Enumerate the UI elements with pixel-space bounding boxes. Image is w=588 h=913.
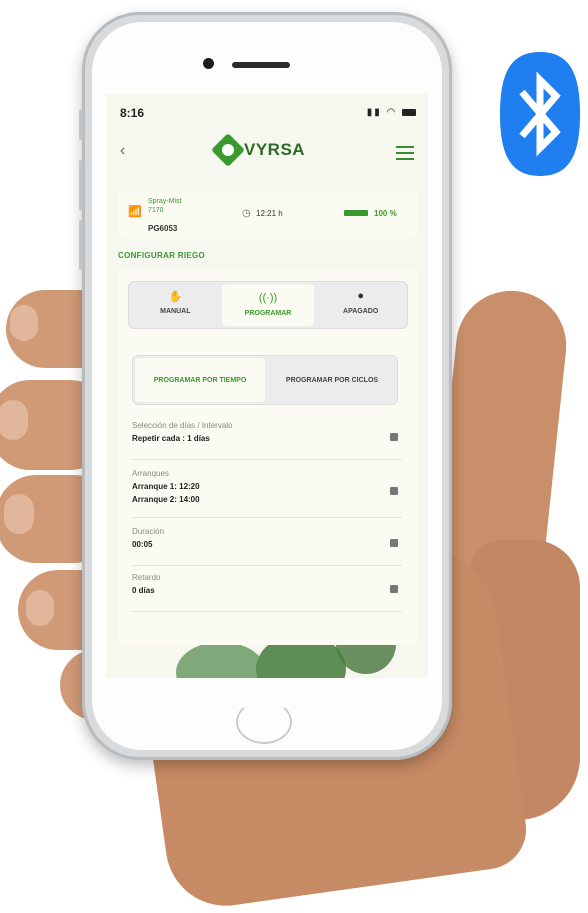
setting-row-arranques[interactable]: Arranques Arranque 1: 12:20 Arranque 2: … bbox=[132, 463, 402, 518]
signal-icon: ▮▮ bbox=[366, 107, 382, 118]
setting-value: Arranque 1: 12:20 bbox=[132, 482, 200, 491]
edit-icon[interactable] bbox=[390, 585, 398, 593]
setting-row-retardo[interactable]: Retardo 0 días bbox=[132, 567, 402, 612]
edit-icon[interactable] bbox=[390, 487, 398, 495]
fingernail bbox=[0, 400, 28, 440]
setting-label: Arranques bbox=[132, 469, 169, 478]
setting-row-duracion[interactable]: Duración 00:05 bbox=[132, 521, 402, 566]
volume-down-button bbox=[79, 220, 83, 270]
setting-value: Repetir cada : 1 días bbox=[132, 434, 210, 443]
wifi-icon: 📶 bbox=[128, 206, 142, 218]
battery-level-bar bbox=[344, 210, 368, 216]
tab-programar-por-tiempo[interactable]: PROGRAMAR POR TIEMPO bbox=[135, 358, 265, 402]
tab-apagado[interactable]: ● APAGADO bbox=[314, 282, 407, 328]
phone-screen: 8:16 ▮▮ ◠ ‹ VYRSA 📶 Spray-Mist 7170 PG60… bbox=[106, 94, 428, 678]
time-remaining: 12:21 h bbox=[256, 209, 283, 218]
battery-icon bbox=[402, 108, 416, 116]
back-button[interactable]: ‹ bbox=[120, 142, 125, 160]
plant-image bbox=[176, 642, 266, 678]
device-card: 📶 Spray-Mist 7170 PG6053 ◷ 12:21 h 100 % bbox=[118, 191, 418, 239]
tab-programar-por-ciclos[interactable]: PROGRAMAR POR CICLOS bbox=[267, 356, 397, 404]
config-card: ✋ MANUAL ((·)) PROGRAMAR ● APAGADO PROGR… bbox=[118, 269, 418, 645]
bluetooth-icon bbox=[500, 52, 580, 176]
device-name: Spray-Mist 7170 bbox=[148, 197, 181, 215]
program-type-tabs: PROGRAMAR POR TIEMPO PROGRAMAR POR CICLO… bbox=[132, 355, 398, 405]
brand-logo: VYRSA bbox=[211, 133, 306, 167]
setting-label: Duración bbox=[132, 527, 165, 536]
logo-mark-icon bbox=[211, 133, 245, 167]
section-title: CONFIGURAR RIEGO bbox=[118, 251, 206, 260]
tab-label: PROGRAMAR bbox=[244, 310, 292, 317]
setting-label: Retardo bbox=[132, 573, 161, 582]
fingernail bbox=[4, 494, 34, 534]
mode-tabs: ✋ MANUAL ((·)) PROGRAMAR ● APAGADO bbox=[128, 281, 408, 329]
status-time: 8:16 bbox=[120, 106, 145, 120]
fingernail bbox=[26, 590, 54, 626]
front-camera bbox=[203, 58, 214, 69]
tab-programar[interactable]: ((·)) PROGRAMAR bbox=[221, 284, 315, 326]
brand-name: VYRSA bbox=[244, 140, 306, 159]
status-icons: ▮▮ ◠ bbox=[367, 107, 416, 118]
power-off-icon: ● bbox=[357, 290, 364, 302]
tab-manual[interactable]: ✋ MANUAL bbox=[129, 282, 222, 328]
earpiece-speaker bbox=[232, 62, 290, 68]
home-button[interactable] bbox=[236, 700, 292, 744]
edit-icon[interactable] bbox=[390, 433, 398, 441]
hamburger-menu-icon[interactable] bbox=[396, 146, 414, 164]
setting-row-dias[interactable]: Selección de días / Intervalo Repetir ca… bbox=[132, 415, 402, 460]
device-name-line2: 7170 bbox=[148, 207, 164, 214]
hand-icon: ✋ bbox=[168, 291, 183, 303]
setting-value: 00:05 bbox=[132, 540, 153, 549]
volume-up-button bbox=[79, 160, 83, 210]
battery-percent: 100 % bbox=[374, 209, 397, 218]
tab-label: MANUAL bbox=[160, 308, 191, 315]
mute-switch bbox=[79, 110, 83, 140]
setting-label: Selección de días / Intervalo bbox=[132, 421, 233, 430]
clock-icon: ◷ bbox=[242, 208, 251, 219]
device-name-line1: Spray-Mist bbox=[148, 198, 182, 205]
setting-value: Arranque 2: 14:00 bbox=[132, 495, 200, 504]
device-id: PG6053 bbox=[148, 224, 178, 233]
wifi-status-icon: ◠ bbox=[386, 107, 398, 118]
antenna-icon: ((·)) bbox=[258, 292, 278, 304]
tab-label: APAGADO bbox=[343, 308, 379, 315]
edit-icon[interactable] bbox=[390, 539, 398, 547]
fingernail bbox=[10, 305, 38, 341]
setting-value: 0 días bbox=[132, 586, 155, 595]
